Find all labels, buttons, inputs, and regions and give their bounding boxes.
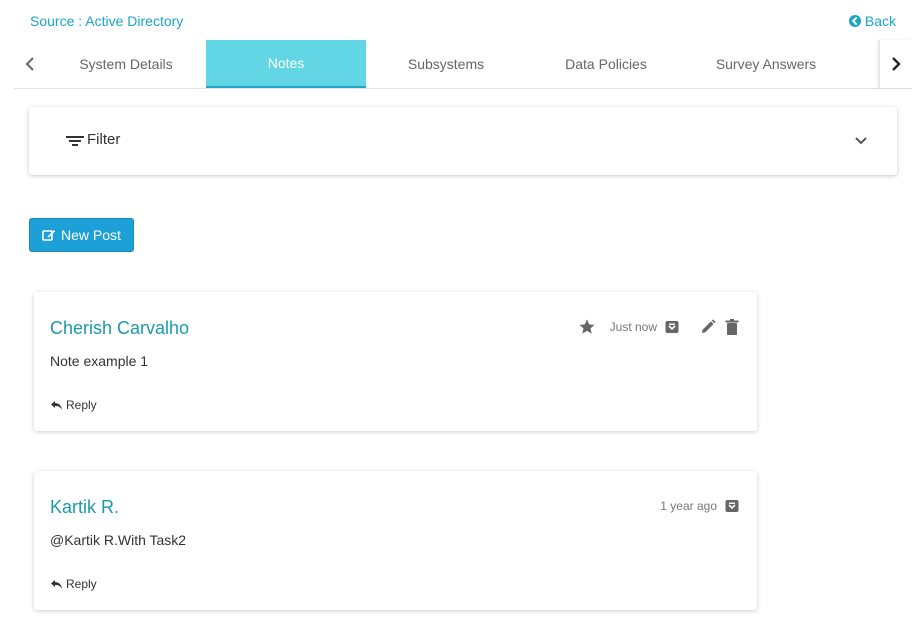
new-post-label: New Post — [61, 227, 121, 243]
post-author[interactable]: Kartik R. — [50, 497, 119, 518]
archive-icon[interactable] — [663, 318, 681, 336]
tab-subsystems[interactable]: Subsystems — [366, 40, 526, 88]
pencil-icon[interactable] — [699, 318, 717, 336]
post-meta: 1 year ago — [660, 497, 741, 515]
tab-survey-answers[interactable]: Survey Answers — [686, 40, 846, 88]
chevron-left-icon — [25, 57, 34, 71]
filter-panel[interactable]: Filter — [29, 107, 897, 175]
tab-bar: System Details Notes Subsystems Data Pol… — [14, 40, 912, 89]
tab-scroll-left-button[interactable] — [14, 40, 46, 88]
reply-icon — [51, 400, 62, 410]
back-icon — [848, 15, 861, 27]
star-icon[interactable] — [578, 318, 596, 336]
post-meta: Just now — [578, 318, 741, 336]
post-time: 1 year ago — [660, 499, 717, 513]
post-card: Cherish Carvalho Just now Note example 1… — [34, 292, 757, 431]
filter-label: Filter — [87, 131, 121, 148]
post-time: Just now — [609, 320, 657, 334]
reply-button[interactable]: Reply — [50, 398, 97, 412]
tab-notes[interactable]: Notes — [206, 40, 366, 88]
filter-icon — [65, 133, 85, 147]
chevron-right-icon — [892, 57, 901, 71]
back-label: Back — [864, 13, 896, 29]
post-content: @Kartik R.With Task2 — [50, 532, 187, 548]
reply-label: Reply — [66, 398, 97, 412]
source-label: Source : Active Directory — [30, 13, 184, 29]
archive-icon[interactable] — [723, 497, 741, 515]
reply-icon — [51, 579, 62, 589]
trash-icon[interactable] — [723, 318, 741, 336]
tab-scroll-right-button[interactable] — [879, 40, 912, 88]
tab-system-details[interactable]: System Details — [46, 40, 206, 88]
edit-icon — [42, 230, 56, 241]
reply-label: Reply — [66, 577, 97, 591]
new-post-button[interactable]: New Post — [29, 218, 134, 252]
back-link[interactable]: Back — [848, 13, 896, 29]
post-content: Note example 1 — [50, 353, 149, 369]
reply-button[interactable]: Reply — [50, 577, 97, 591]
post-author[interactable]: Cherish Carvalho — [50, 318, 189, 339]
filter-header[interactable]: Filter — [65, 131, 120, 148]
chevron-down-icon[interactable] — [853, 132, 869, 148]
post-card: Kartik R. 1 year ago @Kartik R.With Task… — [34, 471, 757, 610]
tab-data-policies[interactable]: Data Policies — [526, 40, 686, 88]
top-bar: Source : Active Directory Back — [0, 0, 920, 40]
